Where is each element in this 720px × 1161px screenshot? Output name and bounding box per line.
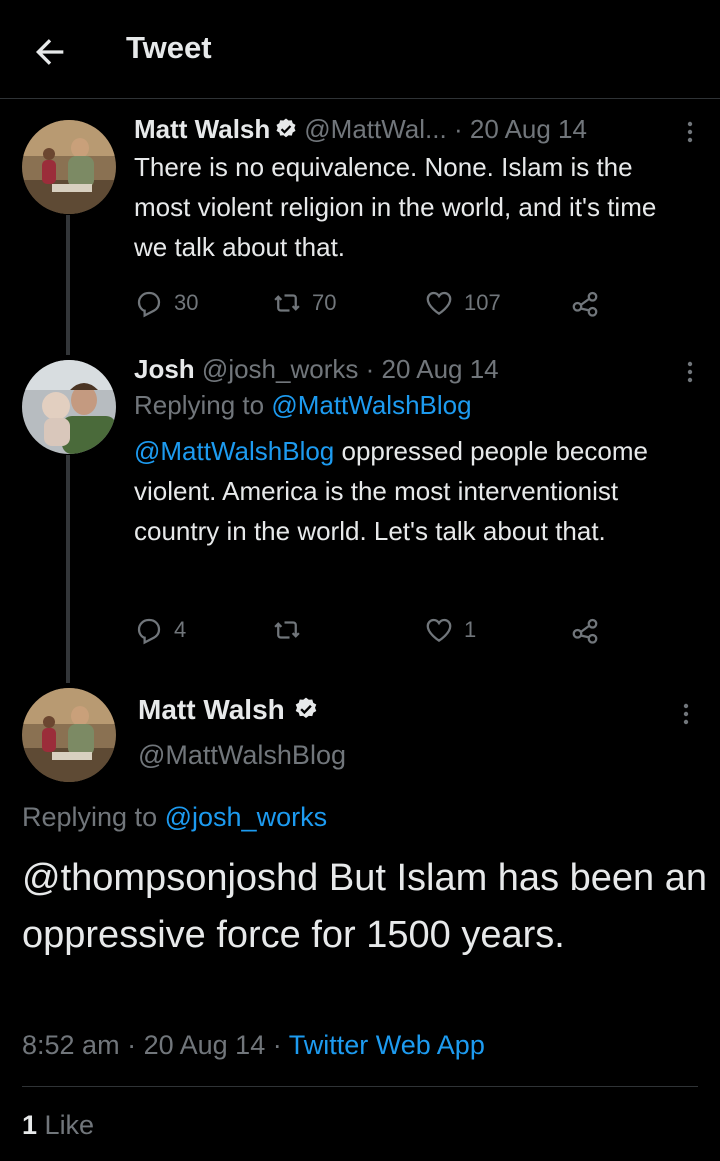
replying-to-link[interactable]: @MattWalshBlog (271, 390, 471, 420)
verified-badge-icon (276, 118, 296, 138)
verified-badge-icon (295, 697, 317, 718)
separator: · (453, 114, 463, 144)
more-icon[interactable] (682, 702, 690, 726)
tweet-actions: 4 1 (134, 612, 604, 648)
author-handle[interactable]: @MattWal... (304, 114, 446, 144)
author-name-text: Matt Walsh (138, 694, 285, 725)
like-count: 107 (464, 290, 501, 315)
like-label: Like (44, 1110, 95, 1140)
likes-count-link[interactable]: 1 Like (22, 1110, 94, 1141)
retweet-button[interactable] (272, 612, 312, 648)
tweet-meta: Josh @josh_works · 20 Aug 14 (134, 354, 694, 385)
thread-line (66, 455, 70, 683)
author-name[interactable]: Matt Walsh (134, 114, 270, 144)
tweet-reply-parent[interactable]: Matt Walsh @MattWal... · 20 Aug 14 There … (134, 114, 694, 267)
like-count: 1 (464, 617, 477, 642)
replying-to: Replying to @josh_works (22, 802, 327, 833)
like-icon (426, 291, 452, 315)
mention-link[interactable]: @MattWalshBlog (134, 436, 334, 466)
like-button[interactable]: 1 (424, 612, 476, 648)
tweet-time[interactable]: 8:52 am (22, 1030, 120, 1060)
avatar[interactable] (22, 688, 116, 782)
tweet-actions: 30 70 107 (134, 285, 604, 321)
tweet-text: There is no equivalence. None. Islam is … (134, 152, 657, 262)
reply-button[interactable]: 30 (134, 285, 198, 321)
replying-to: Replying to @MattWalshBlog (134, 385, 694, 425)
tweet-meta: Matt Walsh @MattWal... · 20 Aug 14 (134, 114, 694, 145)
tweet-text: @thompsonjoshd But Islam has been an opp… (22, 857, 707, 956)
avatar[interactable] (22, 120, 116, 214)
tweet-reply[interactable]: Josh @josh_works · 20 Aug 14 Replying to… (134, 354, 694, 551)
retweet-icon (274, 294, 300, 312)
tweet-text: @MattWalshBlog oppressed people become v… (134, 431, 694, 551)
retweet-icon (274, 621, 300, 639)
separator: · (127, 1030, 137, 1060)
share-button[interactable] (570, 612, 600, 648)
author-handle[interactable]: @josh_works (202, 354, 358, 384)
author-name[interactable]: Matt Walsh (138, 694, 325, 726)
reply-count: 4 (174, 617, 187, 642)
top-bar: Tweet (0, 0, 720, 99)
like-icon (426, 618, 452, 642)
share-icon (572, 291, 598, 317)
tweet-date[interactable]: 20 Aug 14 (144, 1030, 266, 1060)
back-arrow-icon[interactable] (30, 32, 70, 72)
like-count: 1 (22, 1110, 38, 1140)
like-button[interactable]: 107 (424, 285, 501, 321)
reply-count: 30 (174, 290, 199, 315)
tweet-source[interactable]: Twitter Web App (289, 1030, 485, 1060)
avatar[interactable] (22, 360, 116, 454)
reply-icon (137, 618, 161, 645)
reply-icon (137, 291, 161, 318)
replying-to-link[interactable]: @josh_works (165, 802, 327, 832)
tweet-date[interactable]: 20 Aug 14 (382, 354, 499, 384)
replying-label: Replying to (22, 802, 158, 832)
reply-button[interactable]: 4 (134, 612, 186, 648)
more-icon[interactable] (686, 120, 694, 144)
thread-line (66, 215, 70, 355)
retweet-count: 70 (312, 290, 337, 315)
author-handle[interactable]: @MattWalshBlog (138, 740, 346, 771)
share-icon (572, 618, 598, 644)
share-button[interactable] (570, 285, 600, 321)
tweet-timestamp: 8:52 am · 20 Aug 14 · Twitter Web App (22, 1030, 485, 1061)
tweet-date[interactable]: 20 Aug 14 (470, 114, 587, 144)
replying-label: Replying to (134, 390, 265, 420)
page-title: Tweet (126, 30, 212, 65)
separator: · (272, 1030, 282, 1060)
retweet-button[interactable]: 70 (272, 285, 336, 321)
divider (22, 1086, 698, 1087)
separator: · (365, 354, 375, 384)
author-name[interactable]: Josh (134, 354, 195, 384)
more-icon[interactable] (686, 360, 694, 384)
